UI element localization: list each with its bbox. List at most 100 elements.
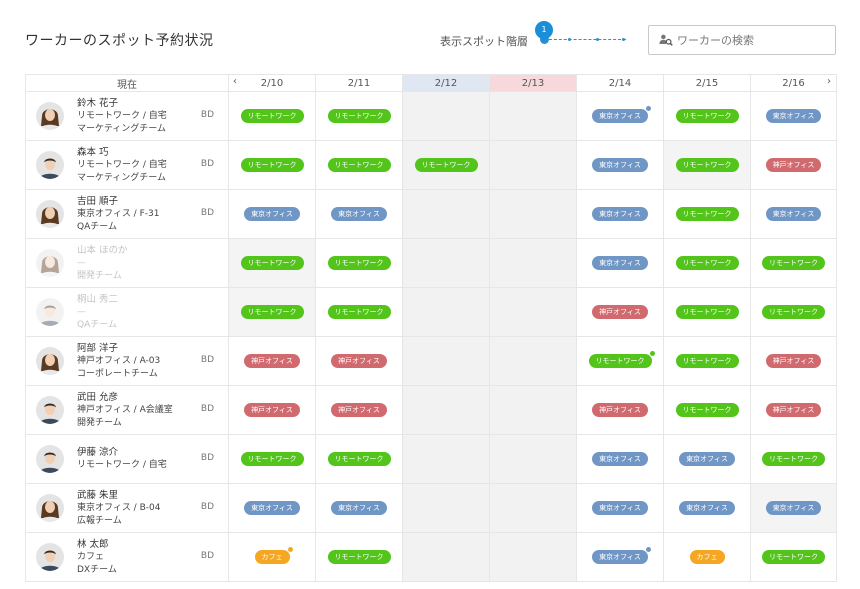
spot-chip-remote[interactable]: リモートワーク <box>588 350 656 368</box>
day-cell[interactable] <box>402 287 490 337</box>
spot-chip-remote[interactable]: リモートワーク <box>414 158 478 172</box>
spot-chip-remote[interactable]: リモートワーク <box>327 305 391 319</box>
worker-name[interactable]: 山本 ほのか <box>77 244 128 257</box>
spot-chip-remote[interactable]: リモートワーク <box>675 207 739 221</box>
day-cell[interactable]: 東京オフィス <box>576 483 664 533</box>
spot-chip-tokyo[interactable]: 東京オフィス <box>244 501 300 515</box>
day-cell[interactable]: リモートワーク <box>663 287 751 337</box>
day-cell[interactable]: カフェ <box>228 532 316 582</box>
spot-chip-remote[interactable]: リモートワーク <box>762 256 825 270</box>
worker-name[interactable]: 伊藤 涼介 <box>77 446 167 459</box>
spot-chip-remote[interactable]: リモートワーク <box>675 354 739 368</box>
day-cell[interactable] <box>402 434 490 484</box>
day-cell[interactable]: リモートワーク <box>663 238 751 288</box>
spot-chip-tokyo[interactable]: 東京オフィス <box>592 546 652 564</box>
worker-name[interactable]: 武藤 朱里 <box>77 489 160 502</box>
spot-chip-remote[interactable]: リモートワーク <box>240 452 304 466</box>
spot-chip-remote[interactable]: リモートワーク <box>675 109 739 123</box>
spot-chip-tokyo[interactable]: 東京オフィス <box>765 207 822 221</box>
day-cell[interactable]: リモートワーク <box>315 140 403 190</box>
day-cell[interactable] <box>489 238 577 288</box>
day-cell[interactable]: 東京オフィス <box>750 91 837 141</box>
day-cell[interactable] <box>489 532 577 582</box>
day-cell[interactable]: リモートワーク <box>315 91 403 141</box>
slider-step-4[interactable] <box>622 38 625 41</box>
day-cell[interactable]: リモートワーク <box>228 238 316 288</box>
day-cell[interactable]: リモートワーク <box>228 434 316 484</box>
day-cell[interactable]: 東京オフィス <box>228 483 316 533</box>
day-cell[interactable]: リモートワーク <box>663 189 751 239</box>
day-cell[interactable]: リモートワーク <box>750 238 837 288</box>
spot-chip-kobe[interactable]: 神戸オフィス <box>765 354 822 368</box>
day-cell[interactable] <box>402 189 490 239</box>
spot-chip-remote[interactable]: リモートワーク <box>762 305 825 319</box>
chevron-right-icon[interactable]: › <box>827 76 831 87</box>
day-cell[interactable]: リモートワーク <box>750 532 837 582</box>
worker-name[interactable]: 鈴木 花子 <box>77 97 167 110</box>
day-cell[interactable]: 東京オフィス <box>228 189 316 239</box>
worker-name[interactable]: 森本 巧 <box>77 146 167 159</box>
spot-chip-tokyo[interactable]: 東京オフィス <box>331 207 387 221</box>
spot-chip-remote[interactable]: リモートワーク <box>762 550 825 564</box>
day-cell[interactable]: 神戸オフィス <box>315 385 403 435</box>
day-cell[interactable]: 東京オフィス <box>750 189 837 239</box>
day-cell[interactable]: 東京オフィス <box>663 483 751 533</box>
day-cell[interactable]: 東京オフィス <box>576 91 664 141</box>
worker-name[interactable]: 武田 允彦 <box>77 391 173 404</box>
day-cell[interactable]: リモートワーク <box>315 238 403 288</box>
day-cell[interactable]: 東京オフィス <box>576 140 664 190</box>
spot-chip-kobe[interactable]: 神戸オフィス <box>244 403 300 417</box>
day-cell[interactable]: 東京オフィス <box>576 532 664 582</box>
day-cell[interactable]: リモートワーク <box>663 140 751 190</box>
day-cell[interactable]: 東京オフィス <box>750 483 837 533</box>
day-cell[interactable]: リモートワーク <box>402 140 490 190</box>
spot-chip-remote[interactable]: リモートワーク <box>675 256 739 270</box>
spot-chip-remote[interactable]: リモートワーク <box>240 109 304 123</box>
spot-chip-kobe[interactable]: 神戸オフィス <box>592 403 648 417</box>
spot-chip-cafe[interactable]: カフェ <box>689 550 725 564</box>
day-cell[interactable]: 東京オフィス <box>315 189 403 239</box>
day-cell[interactable]: 神戸オフィス <box>228 385 316 435</box>
day-cell[interactable] <box>489 189 577 239</box>
spot-chip-tokyo[interactable]: 東京オフィス <box>592 452 648 466</box>
day-cell[interactable]: 東京オフィス <box>576 238 664 288</box>
slider-handle[interactable]: 1 <box>535 21 553 44</box>
day-cell[interactable]: リモートワーク <box>228 287 316 337</box>
day-cell[interactable]: 神戸オフィス <box>750 140 837 190</box>
day-cell[interactable]: 東京オフィス <box>576 434 664 484</box>
spot-chip-remote[interactable]: リモートワーク <box>762 452 825 466</box>
spot-chip-tokyo[interactable]: 東京オフィス <box>592 158 648 172</box>
spot-chip-tokyo[interactable]: 東京オフィス <box>244 207 300 221</box>
day-cell[interactable] <box>402 385 490 435</box>
spot-chip-remote[interactable]: リモートワーク <box>675 305 739 319</box>
worker-name[interactable]: 吉田 順子 <box>77 195 159 208</box>
day-cell[interactable]: リモートワーク <box>663 385 751 435</box>
worker-search[interactable] <box>648 25 836 55</box>
day-cell[interactable]: カフェ <box>663 532 751 582</box>
day-cell[interactable]: リモートワーク <box>750 434 837 484</box>
spot-chip-tokyo[interactable]: 東京オフィス <box>679 452 735 466</box>
spot-chip-kobe[interactable]: 神戸オフィス <box>244 354 300 368</box>
slider-track[interactable] <box>544 39 626 40</box>
spot-chip-tokyo[interactable]: 東京オフィス <box>592 207 648 221</box>
worker-name[interactable]: 林 太郎 <box>77 538 117 551</box>
day-cell[interactable] <box>489 336 577 386</box>
day-cell[interactable]: 神戸オフィス <box>750 336 837 386</box>
day-cell[interactable] <box>489 140 577 190</box>
spot-level-slider[interactable]: 1 <box>535 21 630 54</box>
day-cell[interactable] <box>489 434 577 484</box>
spot-chip-remote[interactable]: リモートワーク <box>327 256 391 270</box>
spot-chip-remote[interactable]: リモートワーク <box>675 158 739 172</box>
spot-chip-kobe[interactable]: 神戸オフィス <box>331 354 387 368</box>
spot-chip-tokyo[interactable]: 東京オフィス <box>765 109 822 123</box>
day-cell[interactable]: 神戸オフィス <box>576 287 664 337</box>
worker-name[interactable]: 桐山 秀二 <box>77 293 118 306</box>
worker-name[interactable]: 阿部 洋子 <box>77 342 160 355</box>
spot-chip-remote[interactable]: リモートワーク <box>327 452 391 466</box>
spot-chip-cafe[interactable]: カフェ <box>254 546 294 564</box>
spot-chip-tokyo[interactable]: 東京オフィス <box>592 501 648 515</box>
day-cell[interactable]: 東京オフィス <box>663 434 751 484</box>
spot-chip-kobe[interactable]: 神戸オフィス <box>331 403 387 417</box>
spot-chip-remote[interactable]: リモートワーク <box>327 158 391 172</box>
spot-chip-tokyo[interactable]: 東京オフィス <box>592 105 652 123</box>
